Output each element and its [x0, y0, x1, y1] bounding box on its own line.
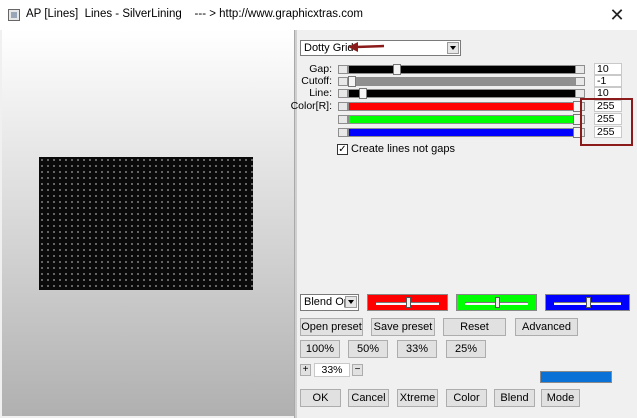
- slider-track[interactable]: [348, 102, 585, 111]
- color-swatch-red[interactable]: [367, 294, 448, 311]
- slider-left-arrow-icon[interactable]: [338, 102, 348, 111]
- title-bar: AP [Lines] Lines - SilverLining --- > ht…: [0, 0, 637, 31]
- slider-track[interactable]: [348, 77, 585, 86]
- color-swatch-blue[interactable]: [545, 294, 630, 311]
- swatch-slider-thumb[interactable]: [586, 297, 591, 308]
- zoom-100-button[interactable]: 100%: [300, 340, 340, 358]
- swatch-slider-thumb[interactable]: [495, 297, 500, 308]
- zoom-25-button[interactable]: 25%: [446, 340, 486, 358]
- chevron-down-icon[interactable]: [345, 296, 357, 308]
- slider-right-arrow-icon[interactable]: [575, 77, 585, 86]
- annotation-arrow-icon: [348, 42, 385, 52]
- slider-fill: [349, 103, 584, 110]
- slider-label: Line:: [309, 87, 332, 99]
- close-icon[interactable]: ✕: [604, 3, 630, 27]
- slider-thumb[interactable]: [393, 64, 401, 75]
- slider-thumb[interactable]: [348, 76, 356, 87]
- slider-left-arrow-icon[interactable]: [338, 128, 348, 137]
- window-title: AP [Lines] Lines - SilverLining --- > ht…: [26, 8, 363, 20]
- advanced-button[interactable]: Advanced: [515, 318, 578, 336]
- slider-track[interactable]: [348, 128, 585, 137]
- slider-label: Color[R]:: [290, 100, 332, 112]
- slider-fill: [349, 129, 584, 136]
- app-icon: [8, 9, 20, 21]
- create-lines-checkbox[interactable]: ✓: [337, 144, 348, 155]
- slider-fill: [349, 116, 584, 123]
- slider-value-field[interactable]: -1: [594, 75, 622, 87]
- slider-track[interactable]: [348, 89, 585, 98]
- zoom-minus-button[interactable]: −: [352, 364, 363, 376]
- open-preset-button[interactable]: Open preset: [300, 318, 363, 336]
- slider-fill: [349, 66, 584, 73]
- slider-left-arrow-icon[interactable]: [338, 89, 348, 98]
- xtreme-button[interactable]: Xtreme: [397, 389, 438, 407]
- annotation-box: [580, 98, 633, 146]
- preview-image: [39, 157, 253, 290]
- swatch-slider-thumb[interactable]: [406, 297, 411, 308]
- slider-track[interactable]: [348, 65, 585, 74]
- zoom-33-button[interactable]: 33%: [397, 340, 437, 358]
- color-button[interactable]: Color: [446, 389, 487, 407]
- slider-fill: [349, 78, 584, 85]
- color-swatch-green[interactable]: [456, 294, 537, 311]
- blend-options-dropdown[interactable]: Blend Opti: [300, 294, 359, 311]
- mode-button[interactable]: Mode: [541, 389, 580, 407]
- save-preset-button[interactable]: Save preset: [371, 318, 435, 336]
- slider-thumb[interactable]: [359, 88, 368, 99]
- zoom-50-button[interactable]: 50%: [348, 340, 388, 358]
- zoom-value-field[interactable]: 33%: [314, 363, 350, 377]
- slider-label: Gap:: [309, 63, 332, 75]
- slider-value-field[interactable]: 10: [594, 63, 622, 75]
- slider-right-arrow-icon[interactable]: [575, 65, 585, 74]
- ok-button[interactable]: OK: [300, 389, 341, 407]
- zoom-plus-button[interactable]: +: [300, 364, 311, 376]
- slider-left-arrow-icon[interactable]: [338, 65, 348, 74]
- blend-button[interactable]: Blend: [494, 389, 535, 407]
- cancel-button[interactable]: Cancel: [348, 389, 389, 407]
- create-lines-label: Create lines not gaps: [351, 143, 455, 155]
- progress-bar: [540, 371, 612, 383]
- slider-right-arrow-icon[interactable]: [575, 89, 585, 98]
- reset-button[interactable]: Reset: [443, 318, 506, 336]
- slider-left-arrow-icon[interactable]: [338, 77, 348, 86]
- slider-fill: [349, 90, 584, 97]
- slider-track[interactable]: [348, 115, 585, 124]
- slider-left-arrow-icon[interactable]: [338, 115, 348, 124]
- slider-label: Cutoff:: [301, 75, 332, 87]
- chevron-down-icon[interactable]: [447, 42, 459, 54]
